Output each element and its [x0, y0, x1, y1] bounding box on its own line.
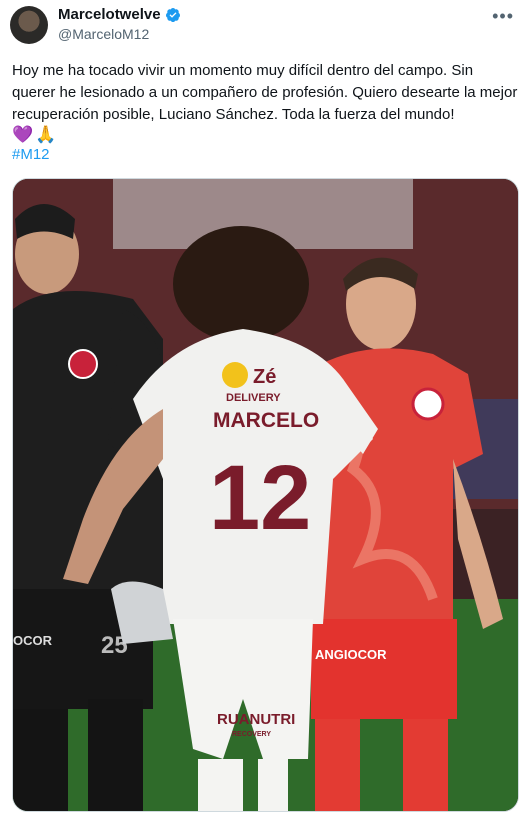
tweet-text: Hoy me ha tocado vivir un momento muy di… — [12, 62, 522, 123]
purple-heart-emoji: 💜 — [12, 125, 34, 144]
author-handle[interactable]: @MarceloM12 — [58, 26, 149, 42]
author-name-row: Marcelotwelve — [58, 6, 181, 23]
jersey-sponsor-sub: DELIVERY — [226, 392, 281, 404]
jersey-sponsor: Zé — [253, 366, 276, 388]
sponsor-logo — [222, 362, 248, 388]
jersey-number: 12 — [209, 447, 311, 549]
display-name[interactable]: Marcelotwelve — [58, 6, 161, 23]
shorts-sponsor: RUANUTRI — [217, 711, 295, 728]
avatar[interactable] — [10, 6, 48, 44]
hashtag-link[interactable]: #M12 — [12, 146, 50, 163]
keeper-shorts-sponsor: OCOR — [13, 633, 53, 648]
folded-hands-emoji: 🙏 — [35, 125, 57, 144]
shorts-sponsor-sub: RECOVERY — [232, 731, 271, 738]
red-shorts-sponsor: ANGIOCOR — [315, 647, 387, 662]
more-options-icon[interactable]: ••• — [492, 6, 514, 27]
verified-badge-icon — [165, 7, 181, 23]
jersey-name: MARCELO — [213, 409, 319, 432]
tweet-emojis: 💜 🙏 — [12, 125, 56, 145]
tweet-photo[interactable]: OCOR 25 ANGIOCOR Zé DELIVERY MARCELO 12 … — [12, 178, 519, 812]
